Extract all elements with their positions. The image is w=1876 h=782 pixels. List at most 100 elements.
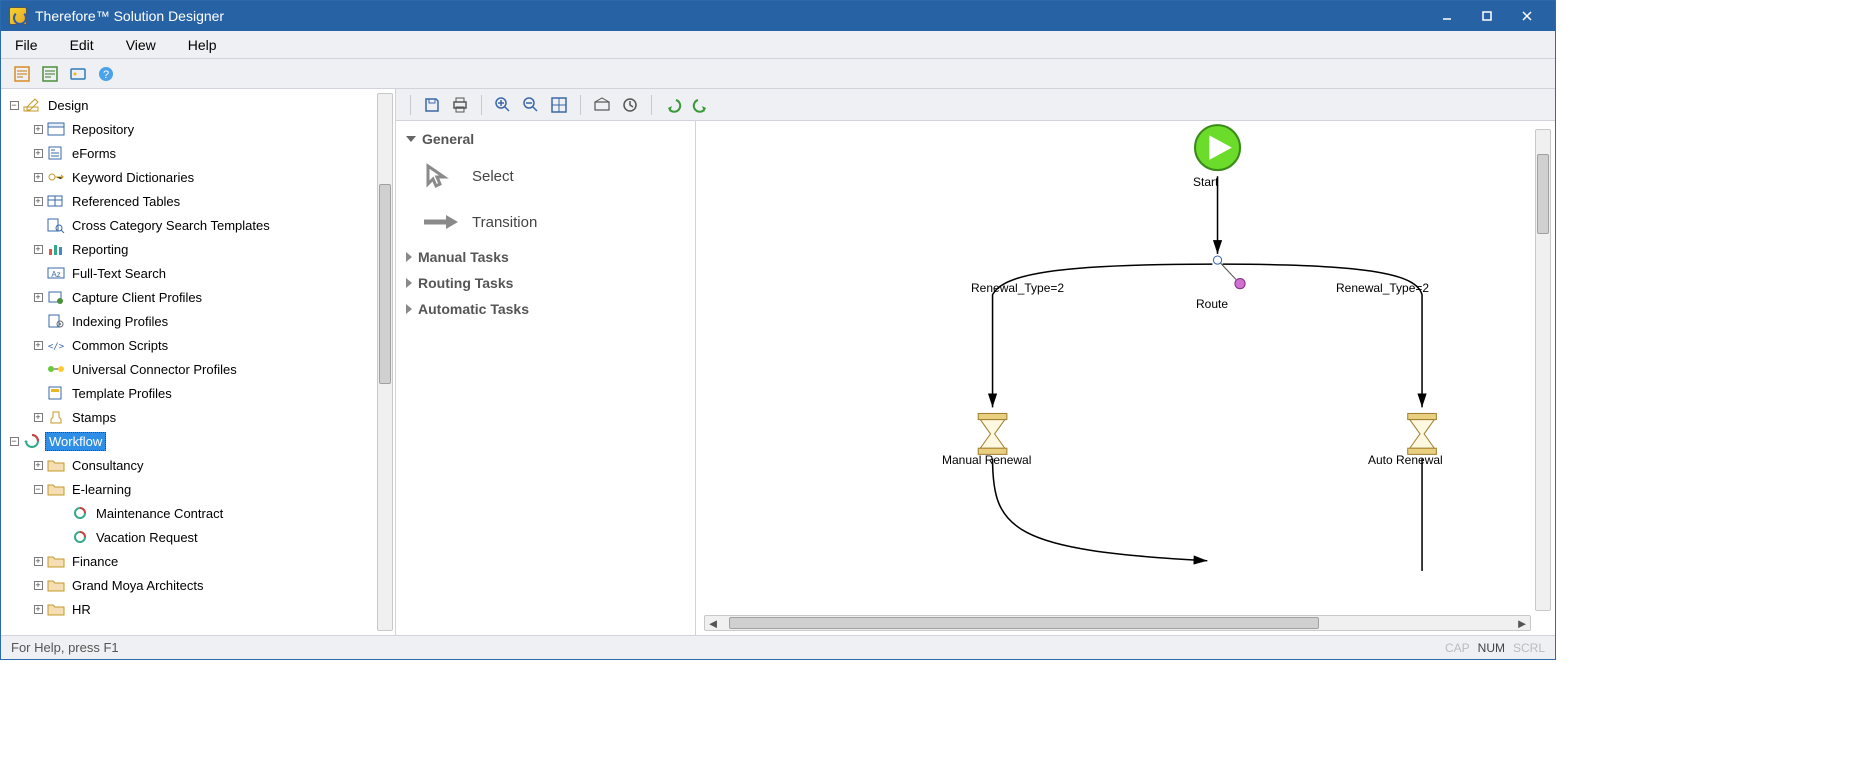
palette-item-label: Transition — [472, 214, 537, 231]
menu-help[interactable]: Help — [180, 34, 225, 56]
palette-item-select[interactable]: Select — [406, 153, 685, 199]
main-toolbar: ? — [1, 59, 1555, 89]
tree-node-crosscat[interactable]: Cross Category Search Templates — [25, 213, 395, 237]
gear-doc-icon — [47, 313, 65, 329]
tree-node-ref-tables[interactable]: + Referenced Tables — [25, 189, 395, 213]
tree-node-repository[interactable]: + Repository — [25, 117, 395, 141]
tree-node-stamps[interactable]: + Stamps — [25, 405, 395, 429]
tree-scrollbar[interactable] — [377, 93, 393, 631]
workflow-icon — [71, 505, 89, 521]
palette-item-label: Select — [472, 168, 514, 185]
node-label-start: Start — [1193, 175, 1218, 189]
tree-label: Cross Category Search Templates — [69, 217, 273, 234]
key-icon — [47, 169, 65, 185]
toolbar-btn-3[interactable] — [67, 63, 89, 85]
tree-node-vacation[interactable]: Vacation Request — [49, 525, 395, 549]
tree-node-keyword[interactable]: + Keyword Dictionaries — [25, 165, 395, 189]
tree-label: HR — [69, 601, 94, 618]
menu-file[interactable]: File — [7, 34, 46, 56]
zoom-in-icon[interactable] — [492, 94, 514, 116]
tree-label: Consultancy — [69, 457, 147, 474]
tree-node-scripts[interactable]: + </> Common Scripts — [25, 333, 395, 357]
tree-node-elearning[interactable]: − E-learning — [25, 477, 395, 501]
redo-icon[interactable] — [690, 94, 712, 116]
tree-label: Keyword Dictionaries — [69, 169, 197, 186]
palette-section-automatic[interactable]: Automatic Tasks — [406, 297, 685, 323]
app-title: Therefore™ Solution Designer — [35, 8, 1427, 24]
print-icon[interactable] — [449, 94, 471, 116]
svg-text:?: ? — [103, 69, 109, 81]
node-label-manual: Manual Renewal — [942, 453, 1031, 467]
titlebar: Therefore™ Solution Designer — [1, 1, 1555, 31]
tree-node-template[interactable]: Template Profiles — [25, 381, 395, 405]
canvas-v-scrollbar[interactable] — [1535, 129, 1551, 611]
tree-label: Indexing Profiles — [69, 313, 171, 330]
tree-node-connector[interactable]: Universal Connector Profiles — [25, 357, 395, 381]
save-icon[interactable] — [421, 94, 443, 116]
grid-icon[interactable] — [591, 94, 613, 116]
zoom-out-icon[interactable] — [520, 94, 542, 116]
menu-edit[interactable]: Edit — [62, 34, 102, 56]
tree-label: eForms — [69, 145, 119, 162]
toolbar-btn-2[interactable] — [39, 63, 61, 85]
tree-node-consultancy[interactable]: + Consultancy — [25, 453, 395, 477]
workflow-canvas[interactable]: Start Route Renewal_Type=2 Renewal_Type=… — [696, 121, 1555, 635]
tree-label: Maintenance Contract — [93, 505, 226, 522]
form-icon — [47, 145, 65, 161]
tree-label: Reporting — [69, 241, 131, 258]
clock-icon[interactable] — [619, 94, 641, 116]
chart-icon — [47, 241, 65, 257]
status-help-text: For Help, press F1 — [11, 640, 119, 655]
search-template-icon — [47, 217, 65, 233]
tree-node-gma[interactable]: + Grand Moya Architects — [25, 573, 395, 597]
palette-item-transition[interactable]: Transition — [406, 199, 685, 245]
svg-text:Az: Az — [51, 270, 60, 279]
undo-icon[interactable] — [662, 94, 684, 116]
help-icon[interactable]: ? — [95, 63, 117, 85]
palette-section-general[interactable]: General — [406, 127, 685, 153]
palette-section-manual[interactable]: Manual Tasks — [406, 245, 685, 271]
tree-node-eforms[interactable]: + eForms — [25, 141, 395, 165]
fit-icon[interactable] — [548, 94, 570, 116]
tree-node-maint[interactable]: Maintenance Contract — [49, 501, 395, 525]
folder-icon — [47, 121, 65, 137]
maximize-button[interactable] — [1467, 5, 1507, 27]
template-icon — [47, 385, 65, 401]
tree-label: Referenced Tables — [69, 193, 183, 210]
design-tree[interactable]: − Design + Repository + eForms — [1, 89, 395, 635]
palette-head-label: Routing Tasks — [418, 275, 513, 291]
close-button[interactable] — [1507, 5, 1547, 27]
folder-icon — [47, 481, 65, 497]
arrow-right-icon — [420, 209, 460, 235]
menu-view[interactable]: View — [118, 34, 164, 56]
svg-text:</>: </> — [48, 342, 65, 352]
tree-label: Common Scripts — [69, 337, 171, 354]
capture-icon — [47, 289, 65, 305]
tree-node-capture[interactable]: + Capture Client Profiles — [25, 285, 395, 309]
app-window: Therefore™ Solution Designer File Edit V… — [0, 0, 1556, 660]
toolbar-btn-1[interactable] — [11, 63, 33, 85]
tree-node-finance[interactable]: + Finance — [25, 549, 395, 573]
stamp-icon — [47, 409, 65, 425]
status-scrl: SCRL — [1513, 641, 1545, 655]
tree-label: Stamps — [69, 409, 119, 426]
workflow-icon — [71, 529, 89, 545]
tree-node-design[interactable]: − Design — [1, 93, 395, 117]
edge-label-left: Renewal_Type=2 — [971, 281, 1064, 295]
workflow-icon — [23, 433, 41, 449]
node-label-auto: Auto Renewal — [1368, 453, 1443, 467]
edge-label-right: Renewal_Type=2 — [1336, 281, 1429, 295]
tree-label: Grand Moya Architects — [69, 577, 207, 594]
tree-node-indexing[interactable]: Indexing Profiles — [25, 309, 395, 333]
tree-node-reporting[interactable]: + Reporting — [25, 237, 395, 261]
canvas-h-scrollbar[interactable]: ◄► — [704, 615, 1531, 631]
minimize-button[interactable] — [1427, 5, 1467, 27]
palette-head-label: Manual Tasks — [418, 249, 509, 265]
tree-label: Workflow — [45, 432, 106, 451]
palette-head-label: Automatic Tasks — [418, 301, 529, 317]
tree-node-workflow[interactable]: − Workflow — [1, 429, 395, 453]
tree-node-fts[interactable]: Az Full-Text Search — [25, 261, 395, 285]
cursor-icon — [420, 163, 460, 189]
palette-section-routing[interactable]: Routing Tasks — [406, 271, 685, 297]
tree-node-hr[interactable]: + HR — [25, 597, 395, 621]
